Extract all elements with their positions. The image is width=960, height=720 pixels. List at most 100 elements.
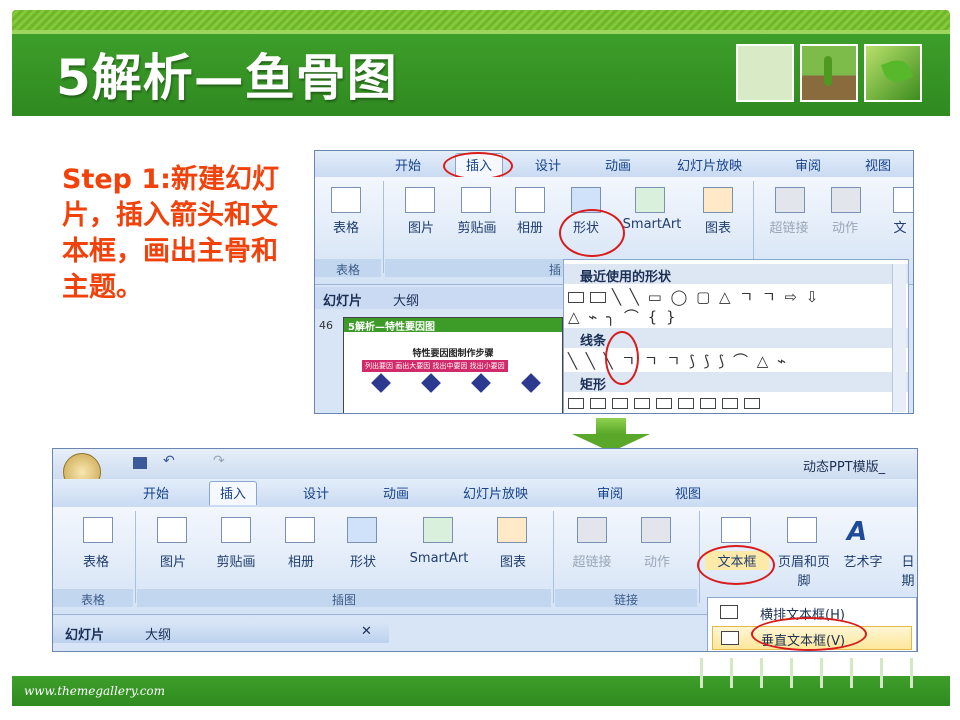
redo-icon[interactable]: ↷ bbox=[213, 453, 225, 469]
header-footer-icon bbox=[787, 517, 817, 543]
group-label-illustrations: 插图 bbox=[331, 593, 356, 607]
top-stripe bbox=[12, 10, 950, 30]
mini-slide-steps: 列出要因 画出大要因 找出中要因 找出小要因 bbox=[362, 360, 508, 372]
wordart-button[interactable]: 艺术字 bbox=[835, 551, 891, 570]
save-icon[interactable] bbox=[133, 457, 147, 469]
hyperlink-icon bbox=[775, 187, 805, 213]
picture-button[interactable]: 图片 bbox=[151, 551, 195, 570]
tab-view[interactable]: 视图 bbox=[675, 483, 701, 502]
action-icon bbox=[641, 517, 671, 543]
group-label-table: 表格 bbox=[335, 263, 360, 277]
horizontal-textbox-icon bbox=[720, 605, 738, 619]
thumbnail-blank bbox=[736, 44, 794, 102]
group-separator bbox=[383, 181, 384, 273]
album-icon bbox=[515, 187, 545, 213]
grass-decoration bbox=[910, 658, 924, 688]
clipart-button[interactable]: 剪贴画 bbox=[207, 551, 265, 570]
tab-animation[interactable]: 动画 bbox=[383, 483, 409, 502]
mini-slide-title: 5解析—特性要因图 bbox=[344, 318, 562, 333]
tab-slideshow[interactable]: 幻灯片放映 bbox=[677, 155, 742, 174]
down-arrow-shaft bbox=[596, 418, 626, 434]
chart-button[interactable]: 图表 bbox=[491, 551, 535, 570]
highlight-vertical-textbox bbox=[751, 617, 867, 651]
screenshot-insert-shapes: 开始 插入 设计 动画 幻灯片放映 审阅 视图 表格 图片 剪贴画 相册 形状 … bbox=[314, 150, 914, 414]
smartart-icon bbox=[423, 517, 453, 543]
tab-design[interactable]: 设计 bbox=[535, 155, 561, 174]
header-footer-button[interactable]: 页眉和页脚 bbox=[777, 551, 831, 589]
chart-button[interactable]: 图表 bbox=[697, 217, 739, 236]
shapes-icon bbox=[347, 517, 377, 543]
highlight-insert-tab bbox=[443, 152, 513, 180]
table-button[interactable]: 表格 bbox=[71, 551, 121, 570]
step-description: Step 1:新建幻灯片，插入箭头和文本框，画出主骨和主题。 bbox=[62, 164, 279, 303]
clipart-button[interactable]: 剪贴画 bbox=[451, 217, 503, 236]
hyperlink-button[interactable]: 超链接 bbox=[561, 551, 623, 570]
ribbon-tab-bar: 开始 插入 设计 动画 幻灯片放映 审阅 视图 bbox=[315, 151, 913, 177]
highlight-shapes-button bbox=[559, 209, 625, 257]
shapes-button[interactable]: 形状 bbox=[341, 551, 385, 570]
table-icon bbox=[331, 187, 361, 213]
tab-review[interactable]: 审阅 bbox=[597, 483, 623, 502]
recent-shapes-header: 最近使用的形状 bbox=[564, 264, 908, 285]
thumbnail-sprout-image bbox=[800, 44, 858, 102]
window-title: 动态PPT模版_ bbox=[803, 460, 886, 475]
group-label-table: 表格 bbox=[80, 593, 105, 607]
grass-decoration bbox=[730, 658, 744, 688]
hyperlink-button[interactable]: 超链接 bbox=[761, 217, 817, 236]
tab-design[interactable]: 设计 bbox=[303, 483, 329, 502]
tab-outline[interactable]: 大纲 bbox=[393, 290, 419, 309]
grass-decoration bbox=[820, 658, 834, 688]
tab-view[interactable]: 视图 bbox=[865, 155, 891, 174]
thumbnail-leaf-image bbox=[864, 44, 922, 102]
tab-slides[interactable]: 幻灯片 bbox=[65, 624, 104, 643]
tab-animation[interactable]: 动画 bbox=[605, 155, 631, 174]
recent-shapes-row-2[interactable]: △ ⌁ ╮ ⌒ { } bbox=[568, 306, 678, 327]
close-pane-icon[interactable]: ✕ bbox=[361, 624, 372, 639]
mini-diamond bbox=[421, 373, 441, 393]
tab-home[interactable]: 开始 bbox=[395, 155, 421, 174]
vertical-textbox-icon bbox=[721, 631, 739, 645]
action-button[interactable]: 动作 bbox=[823, 217, 867, 236]
tab-slides[interactable]: 幻灯片 bbox=[323, 290, 362, 309]
slide-number: 46 bbox=[319, 319, 333, 332]
lines-row[interactable]: ╲ ╲ ╲ ㄱ ㄱ ㄱ ⟆ ⟆ ⟆ ⌒ △ ⌁ bbox=[568, 350, 788, 371]
tab-review[interactable]: 审阅 bbox=[795, 155, 821, 174]
chart-icon bbox=[703, 187, 733, 213]
smartart-button[interactable]: SmartArt bbox=[615, 217, 689, 232]
slide-title: 5解析—鱼骨图 bbox=[56, 49, 398, 107]
rectangles-row[interactable] bbox=[568, 394, 766, 412]
highlight-arrow-line bbox=[605, 331, 639, 385]
grass-decoration bbox=[880, 658, 894, 688]
album-button[interactable]: 相册 bbox=[509, 217, 551, 236]
slides-outline-tabs: 幻灯片 大纲 bbox=[315, 287, 563, 309]
chart-icon bbox=[497, 517, 527, 543]
tab-slideshow[interactable]: 幻灯片放映 bbox=[463, 483, 528, 502]
clipart-icon bbox=[221, 517, 251, 543]
tab-insert[interactable]: 插入 bbox=[209, 481, 258, 505]
grass-decoration bbox=[850, 658, 864, 688]
tab-outline[interactable]: 大纲 bbox=[145, 624, 171, 643]
picture-button[interactable]: 图片 bbox=[399, 217, 443, 236]
mini-diamond bbox=[521, 373, 541, 393]
dropdown-scrollbar[interactable] bbox=[892, 264, 906, 412]
album-button[interactable]: 相册 bbox=[279, 551, 323, 570]
clipart-icon bbox=[461, 187, 491, 213]
picture-icon bbox=[157, 517, 187, 543]
mini-slide-heading: 特性要因图制作步骤 bbox=[412, 349, 494, 359]
screenshot-insert-textbox: ↶ ↷ 动态PPT模版_ 开始 插入 设计 动画 幻灯片放映 审阅 视图 表格 … bbox=[52, 448, 918, 652]
recent-shapes-row[interactable]: ╲ ╲ ▭ ◯ ▢ △ ㄱ ㄱ ⇨ ⇩ bbox=[568, 286, 820, 307]
table-button[interactable]: 表格 bbox=[323, 217, 369, 236]
album-icon bbox=[285, 517, 315, 543]
smartart-button[interactable]: SmartArt bbox=[397, 551, 481, 566]
group-label-links: 链接 bbox=[613, 593, 638, 607]
action-button[interactable]: 动作 bbox=[633, 551, 681, 570]
grass-decoration bbox=[700, 658, 714, 688]
mini-diamond bbox=[471, 373, 491, 393]
date-button-partial[interactable]: 日期 bbox=[899, 551, 917, 589]
textbox-button-partial[interactable]: 文 bbox=[889, 217, 911, 236]
footer-url[interactable]: www.themegallery.com bbox=[24, 684, 165, 698]
tab-home[interactable]: 开始 bbox=[143, 483, 169, 502]
undo-icon[interactable]: ↶ bbox=[163, 453, 175, 469]
slide-thumbnail[interactable]: 5解析—特性要因图 特性要因图制作步骤 列出要因 画出大要因 找出中要因 找出小… bbox=[343, 317, 563, 413]
hyperlink-icon bbox=[577, 517, 607, 543]
